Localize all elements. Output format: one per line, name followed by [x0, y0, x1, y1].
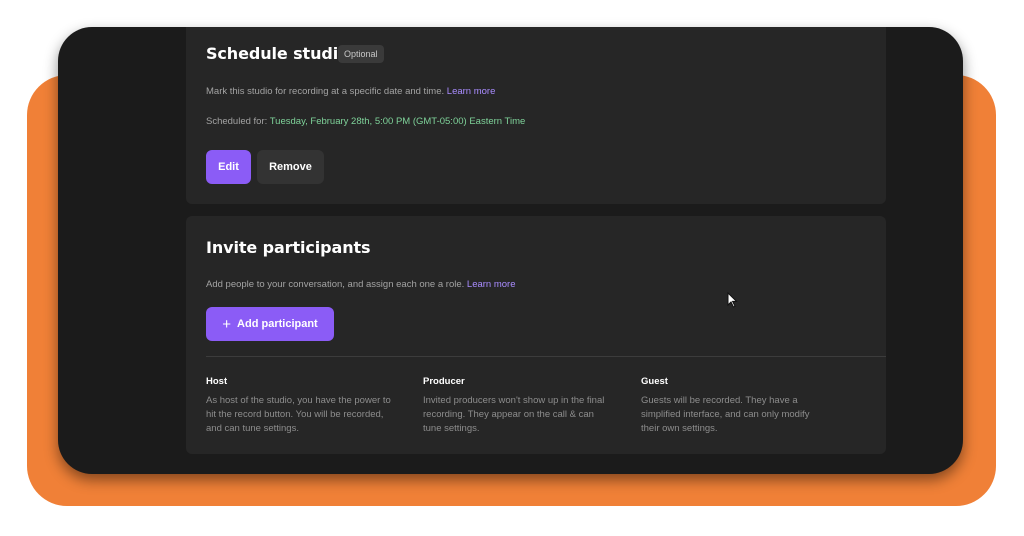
- scheduled-for-row: Scheduled for: Tuesday, February 28th, 5…: [206, 116, 525, 127]
- role-description-line: tune settings.: [423, 423, 480, 434]
- invite-learn-more-link[interactable]: Learn more: [467, 279, 516, 290]
- role-description-line: recording. They appear on the call & can: [423, 409, 594, 420]
- role-description-line: and can tune settings.: [206, 423, 299, 434]
- invite-participants-card: Invite participants Add people to your c…: [186, 216, 886, 454]
- schedule-description: Mark this studio for recording at a spec…: [206, 86, 495, 97]
- role-description: As host of the studio, you have the powe…: [206, 394, 416, 436]
- role-name: Host: [206, 376, 228, 387]
- role-guest: Guest Guests will be recorded. They have…: [641, 376, 851, 436]
- schedule-description-text: Mark this studio for recording at a spec…: [206, 86, 445, 97]
- invite-description: Add people to your conversation, and ass…: [206, 279, 516, 290]
- role-name: Guest: [641, 376, 668, 387]
- role-name: Producer: [423, 376, 465, 387]
- schedule-learn-more-link[interactable]: Learn more: [447, 86, 496, 97]
- invite-participants-title: Invite participants: [206, 238, 371, 257]
- role-description: Guests will be recorded. They have a sim…: [641, 394, 851, 436]
- role-description: Invited producers won't show up in the f…: [423, 394, 633, 436]
- role-description-line: As host of the studio, you have the powe…: [206, 395, 391, 406]
- schedule-studio-title: Schedule studio: [206, 44, 349, 63]
- plus-icon: +: [222, 315, 232, 333]
- add-participant-button[interactable]: + Add participant: [206, 307, 334, 341]
- role-description-line: hit the record button. You will be recor…: [206, 409, 384, 420]
- role-producer: Producer Invited producers won't show up…: [423, 376, 633, 436]
- scheduled-for-value: Tuesday, February 28th, 5:00 PM (GMT-05:…: [269, 116, 526, 127]
- schedule-studio-card: Schedule studio Optional Mark this studi…: [186, 27, 886, 204]
- remove-button[interactable]: Remove: [257, 150, 324, 184]
- role-host: Host As host of the studio, you have the…: [206, 376, 416, 436]
- role-description-line: Invited producers won't show up in the f…: [423, 395, 605, 406]
- mouse-cursor-icon: [727, 292, 738, 308]
- add-participant-label: Add participant: [237, 318, 318, 330]
- divider: [206, 356, 886, 357]
- role-description-line: their own settings.: [641, 423, 718, 434]
- scheduled-for-label: Scheduled for:: [206, 116, 268, 127]
- role-description-line: simplified interface, and can only modif…: [641, 409, 810, 420]
- optional-badge: Optional: [338, 45, 384, 63]
- edit-button[interactable]: Edit: [206, 150, 251, 184]
- invite-description-text: Add people to your conversation, and ass…: [206, 279, 465, 290]
- app-window: Schedule studio Optional Mark this studi…: [58, 27, 963, 474]
- role-description-line: Guests will be recorded. They have a: [641, 395, 798, 406]
